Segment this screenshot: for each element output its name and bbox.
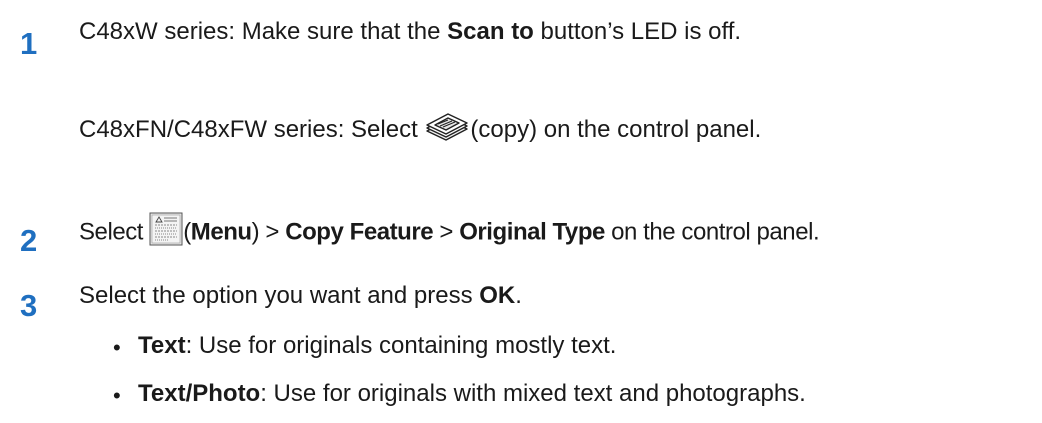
menu-paren-open: ( (183, 218, 191, 246)
option-text-desc: : Use for originals containing mostly te… (185, 332, 617, 359)
menu-icon (149, 212, 183, 246)
option-text-photo: Text/Photo: Use for originals with mixed… (138, 382, 806, 406)
step-2-prefix: Select (79, 218, 150, 246)
bullet-text-photo-option: • (113, 383, 121, 408)
step-3-line: Select the option you want and press OK. (79, 284, 522, 308)
step-1-line-1: C48xW series: Make sure that the Scan to… (79, 20, 741, 44)
separator-2: > (433, 218, 460, 246)
step-1-text-prefix: C48xW series: Make sure that the (79, 18, 448, 45)
option-text-photo-desc: : Use for originals with mixed text and … (260, 380, 806, 407)
step-1-text-suffix: button’s LED is off. (533, 18, 742, 45)
option-text-photo-name: Text/Photo (138, 380, 261, 407)
step-number-2: 2 (20, 223, 38, 258)
copy-feature-label: Copy Feature (285, 218, 434, 246)
ok-button-label: OK (479, 282, 516, 309)
bullet-text-option: • (113, 335, 121, 360)
separator-1: > (259, 218, 286, 246)
original-type-label: Original Type (459, 218, 605, 246)
option-text: Text: Use for originals containing mostl… (138, 334, 616, 358)
step-2-suffix: on the control panel. (604, 218, 820, 246)
copy-icon (424, 112, 470, 143)
step-1-line-2: C48xFN/C48xFW series: Select (copy) on t… (79, 112, 762, 143)
step-1-line-2-prefix: C48xFN/C48xFW series: Select (79, 116, 425, 143)
step-number-3: 3 (20, 288, 38, 323)
step-2-line: Select (Menu) > Copy Feature > Original … (79, 212, 820, 246)
menu-label: Menu (190, 218, 252, 246)
step-1-line-2-suffix: (copy) on the control panel. (470, 116, 762, 143)
option-text-name: Text (138, 332, 186, 359)
step-3-suffix: . (515, 282, 522, 309)
step-3-prefix: Select the option you want and press (79, 282, 480, 309)
scan-to-button-label: Scan to (447, 18, 534, 45)
step-number-1: 1 (20, 26, 38, 61)
